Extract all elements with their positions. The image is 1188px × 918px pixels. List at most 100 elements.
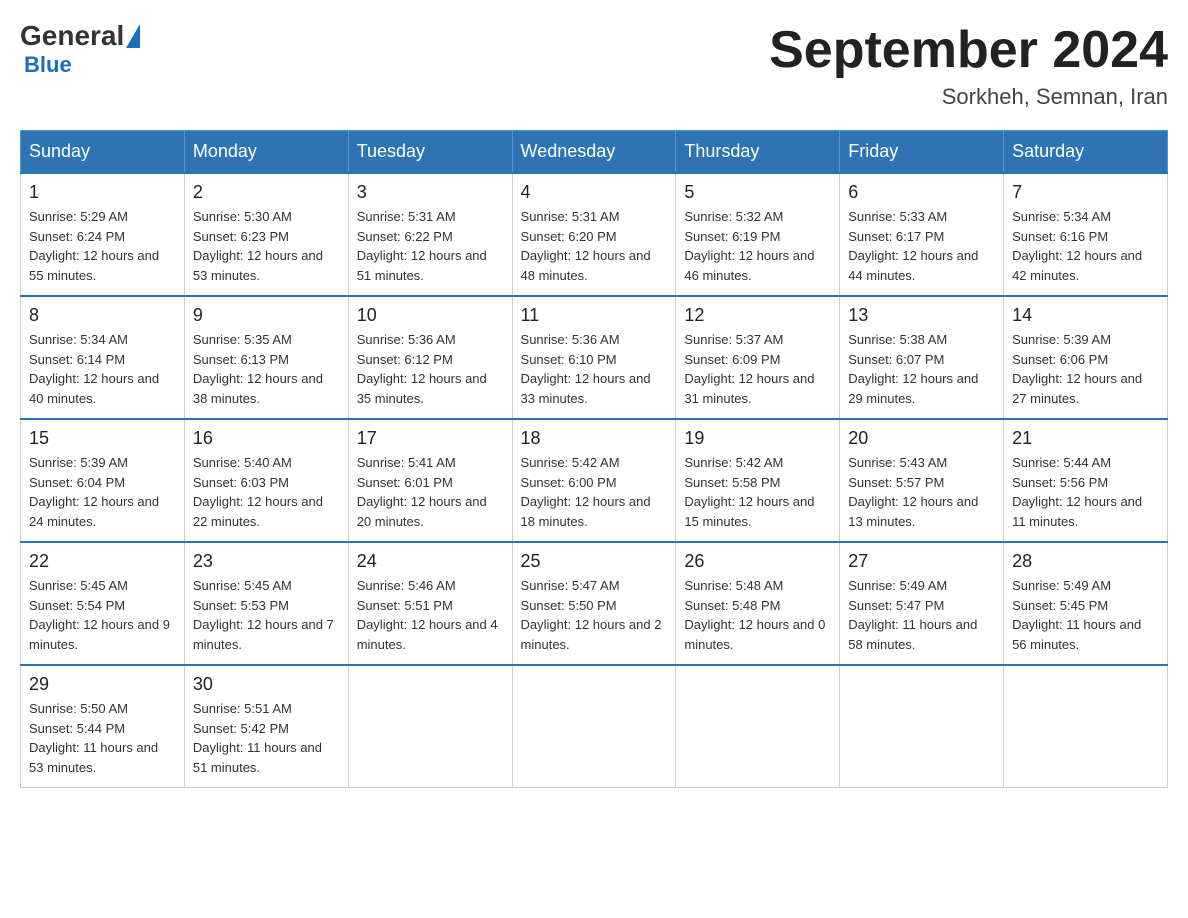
calendar-cell: 30 Sunrise: 5:51 AMSunset: 5:42 PMDaylig… [184,665,348,788]
logo-triangle-icon [126,24,140,48]
calendar-cell: 6 Sunrise: 5:33 AMSunset: 6:17 PMDayligh… [840,173,1004,296]
calendar-cell: 25 Sunrise: 5:47 AMSunset: 5:50 PMDaylig… [512,542,676,665]
calendar-cell: 10 Sunrise: 5:36 AMSunset: 6:12 PMDaylig… [348,296,512,419]
page-header: General Blue September 2024 Sorkheh, Sem… [20,20,1168,110]
calendar-cell: 11 Sunrise: 5:36 AMSunset: 6:10 PMDaylig… [512,296,676,419]
calendar-cell: 19 Sunrise: 5:42 AMSunset: 5:58 PMDaylig… [676,419,840,542]
day-number: 19 [684,428,831,449]
day-info: Sunrise: 5:50 AMSunset: 5:44 PMDaylight:… [29,699,176,777]
calendar-cell [676,665,840,788]
calendar-cell: 5 Sunrise: 5:32 AMSunset: 6:19 PMDayligh… [676,173,840,296]
logo-general-text: General [20,20,124,52]
day-info: Sunrise: 5:34 AMSunset: 6:14 PMDaylight:… [29,330,176,408]
day-number: 1 [29,182,176,203]
week-row-1: 1 Sunrise: 5:29 AMSunset: 6:24 PMDayligh… [21,173,1168,296]
weekday-header-row: SundayMondayTuesdayWednesdayThursdayFrid… [21,131,1168,174]
calendar-cell: 18 Sunrise: 5:42 AMSunset: 6:00 PMDaylig… [512,419,676,542]
day-info: Sunrise: 5:49 AMSunset: 5:47 PMDaylight:… [848,576,995,654]
calendar-cell: 9 Sunrise: 5:35 AMSunset: 6:13 PMDayligh… [184,296,348,419]
calendar-cell: 28 Sunrise: 5:49 AMSunset: 5:45 PMDaylig… [1004,542,1168,665]
calendar-cell: 3 Sunrise: 5:31 AMSunset: 6:22 PMDayligh… [348,173,512,296]
calendar-cell [348,665,512,788]
day-info: Sunrise: 5:30 AMSunset: 6:23 PMDaylight:… [193,207,340,285]
day-info: Sunrise: 5:41 AMSunset: 6:01 PMDaylight:… [357,453,504,531]
calendar-cell: 13 Sunrise: 5:38 AMSunset: 6:07 PMDaylig… [840,296,1004,419]
day-info: Sunrise: 5:32 AMSunset: 6:19 PMDaylight:… [684,207,831,285]
day-info: Sunrise: 5:42 AMSunset: 5:58 PMDaylight:… [684,453,831,531]
calendar-cell: 8 Sunrise: 5:34 AMSunset: 6:14 PMDayligh… [21,296,185,419]
logo-blue-line: Blue [24,52,72,78]
day-number: 28 [1012,551,1159,572]
day-number: 9 [193,305,340,326]
day-info: Sunrise: 5:45 AMSunset: 5:53 PMDaylight:… [193,576,340,654]
location-label: Sorkheh, Semnan, Iran [769,84,1168,110]
day-info: Sunrise: 5:49 AMSunset: 5:45 PMDaylight:… [1012,576,1159,654]
weekday-header-friday: Friday [840,131,1004,174]
calendar-cell: 29 Sunrise: 5:50 AMSunset: 5:44 PMDaylig… [21,665,185,788]
weekday-header-wednesday: Wednesday [512,131,676,174]
day-info: Sunrise: 5:43 AMSunset: 5:57 PMDaylight:… [848,453,995,531]
week-row-5: 29 Sunrise: 5:50 AMSunset: 5:44 PMDaylig… [21,665,1168,788]
day-number: 21 [1012,428,1159,449]
calendar-cell: 20 Sunrise: 5:43 AMSunset: 5:57 PMDaylig… [840,419,1004,542]
month-title: September 2024 [769,20,1168,80]
day-number: 27 [848,551,995,572]
calendar-cell: 23 Sunrise: 5:45 AMSunset: 5:53 PMDaylig… [184,542,348,665]
calendar-cell [512,665,676,788]
day-number: 12 [684,305,831,326]
day-info: Sunrise: 5:29 AMSunset: 6:24 PMDaylight:… [29,207,176,285]
day-number: 17 [357,428,504,449]
week-row-2: 8 Sunrise: 5:34 AMSunset: 6:14 PMDayligh… [21,296,1168,419]
calendar-cell: 14 Sunrise: 5:39 AMSunset: 6:06 PMDaylig… [1004,296,1168,419]
day-number: 10 [357,305,504,326]
calendar-cell [1004,665,1168,788]
calendar-table: SundayMondayTuesdayWednesdayThursdayFrid… [20,130,1168,788]
day-number: 20 [848,428,995,449]
day-info: Sunrise: 5:36 AMSunset: 6:10 PMDaylight:… [521,330,668,408]
calendar-cell: 1 Sunrise: 5:29 AMSunset: 6:24 PMDayligh… [21,173,185,296]
logo: General Blue [20,20,142,78]
day-number: 25 [521,551,668,572]
day-number: 4 [521,182,668,203]
day-info: Sunrise: 5:37 AMSunset: 6:09 PMDaylight:… [684,330,831,408]
day-info: Sunrise: 5:40 AMSunset: 6:03 PMDaylight:… [193,453,340,531]
day-info: Sunrise: 5:39 AMSunset: 6:04 PMDaylight:… [29,453,176,531]
day-info: Sunrise: 5:35 AMSunset: 6:13 PMDaylight:… [193,330,340,408]
calendar-cell: 24 Sunrise: 5:46 AMSunset: 5:51 PMDaylig… [348,542,512,665]
weekday-header-thursday: Thursday [676,131,840,174]
calendar-cell: 22 Sunrise: 5:45 AMSunset: 5:54 PMDaylig… [21,542,185,665]
day-number: 14 [1012,305,1159,326]
calendar-cell: 4 Sunrise: 5:31 AMSunset: 6:20 PMDayligh… [512,173,676,296]
day-number: 30 [193,674,340,695]
title-block: September 2024 Sorkheh, Semnan, Iran [769,20,1168,110]
day-info: Sunrise: 5:47 AMSunset: 5:50 PMDaylight:… [521,576,668,654]
day-info: Sunrise: 5:48 AMSunset: 5:48 PMDaylight:… [684,576,831,654]
day-number: 6 [848,182,995,203]
day-number: 8 [29,305,176,326]
day-info: Sunrise: 5:31 AMSunset: 6:20 PMDaylight:… [521,207,668,285]
calendar-cell [840,665,1004,788]
day-number: 22 [29,551,176,572]
calendar-cell: 15 Sunrise: 5:39 AMSunset: 6:04 PMDaylig… [21,419,185,542]
day-number: 15 [29,428,176,449]
day-number: 11 [521,305,668,326]
weekday-header-saturday: Saturday [1004,131,1168,174]
calendar-cell: 7 Sunrise: 5:34 AMSunset: 6:16 PMDayligh… [1004,173,1168,296]
week-row-4: 22 Sunrise: 5:45 AMSunset: 5:54 PMDaylig… [21,542,1168,665]
weekday-header-tuesday: Tuesday [348,131,512,174]
day-info: Sunrise: 5:38 AMSunset: 6:07 PMDaylight:… [848,330,995,408]
day-number: 7 [1012,182,1159,203]
day-number: 16 [193,428,340,449]
day-info: Sunrise: 5:45 AMSunset: 5:54 PMDaylight:… [29,576,176,654]
day-number: 26 [684,551,831,572]
day-number: 3 [357,182,504,203]
day-number: 29 [29,674,176,695]
calendar-cell: 27 Sunrise: 5:49 AMSunset: 5:47 PMDaylig… [840,542,1004,665]
day-number: 24 [357,551,504,572]
day-info: Sunrise: 5:36 AMSunset: 6:12 PMDaylight:… [357,330,504,408]
day-number: 13 [848,305,995,326]
calendar-cell: 26 Sunrise: 5:48 AMSunset: 5:48 PMDaylig… [676,542,840,665]
day-info: Sunrise: 5:42 AMSunset: 6:00 PMDaylight:… [521,453,668,531]
day-number: 5 [684,182,831,203]
day-info: Sunrise: 5:39 AMSunset: 6:06 PMDaylight:… [1012,330,1159,408]
